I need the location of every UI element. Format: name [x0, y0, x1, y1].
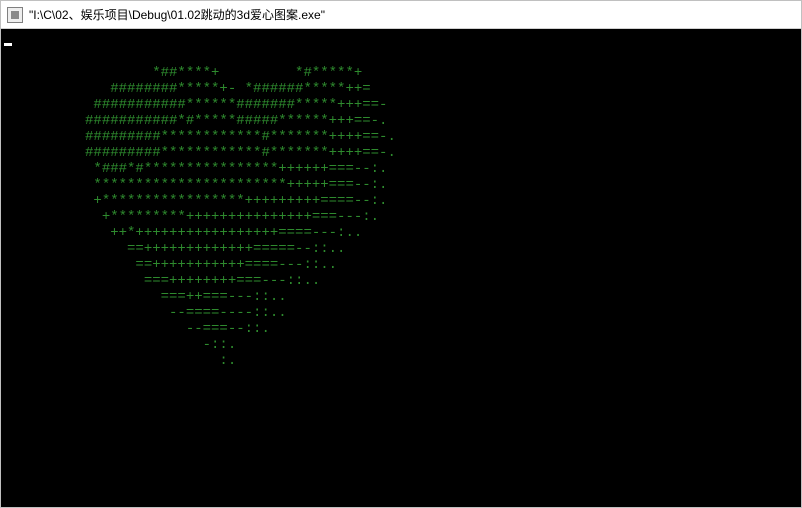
- ascii-heart: *##****+ *#*****+ ########*****+- *#####…: [1, 65, 396, 369]
- ascii-line: +*********+++++++++++++++===---:.: [1, 209, 396, 225]
- ascii-line: ===++++++++===---::..: [1, 273, 396, 289]
- ascii-line: *##****+ *#*****+: [1, 65, 396, 81]
- titlebar[interactable]: "I:\C\02、娱乐项目\Debug\01.02跳动的3d爱心图案.exe": [1, 1, 801, 29]
- text-cursor: [4, 43, 12, 46]
- ascii-line: --====----::..: [1, 305, 396, 321]
- ascii-line: ########*****+- *######*****++=: [1, 81, 396, 97]
- app-icon: [7, 7, 23, 23]
- ascii-line: +*****************+++++++++====--:.: [1, 193, 396, 209]
- ascii-line: #########************#*******++++==-.: [1, 145, 396, 161]
- ascii-line: -::.: [1, 337, 396, 353]
- ascii-line: --===--::.: [1, 321, 396, 337]
- ascii-line: #########************#*******++++==-.: [1, 129, 396, 145]
- ascii-line: ===++===---::..: [1, 289, 396, 305]
- ascii-line: ==+++++++++++====---::..: [1, 257, 396, 273]
- ascii-line: ###########******#######*****+++==-: [1, 97, 396, 113]
- ascii-line: ==+++++++++++++=====--::..: [1, 241, 396, 257]
- window-title: "I:\C\02、娱乐项目\Debug\01.02跳动的3d爱心图案.exe": [29, 6, 325, 23]
- ascii-line: ***********************+++++===--:.: [1, 177, 396, 193]
- ascii-line: ###########*#*****#####******+++==-.: [1, 113, 396, 129]
- ascii-line: ++*+++++++++++++++++====---:..: [1, 225, 396, 241]
- console-area: *##****+ *#*****+ ########*****+- *#####…: [1, 29, 801, 507]
- ascii-line: :.: [1, 353, 396, 369]
- ascii-line: *###*#****************++++++===--:.: [1, 161, 396, 177]
- app-window: "I:\C\02、娱乐项目\Debug\01.02跳动的3d爱心图案.exe" …: [0, 0, 802, 508]
